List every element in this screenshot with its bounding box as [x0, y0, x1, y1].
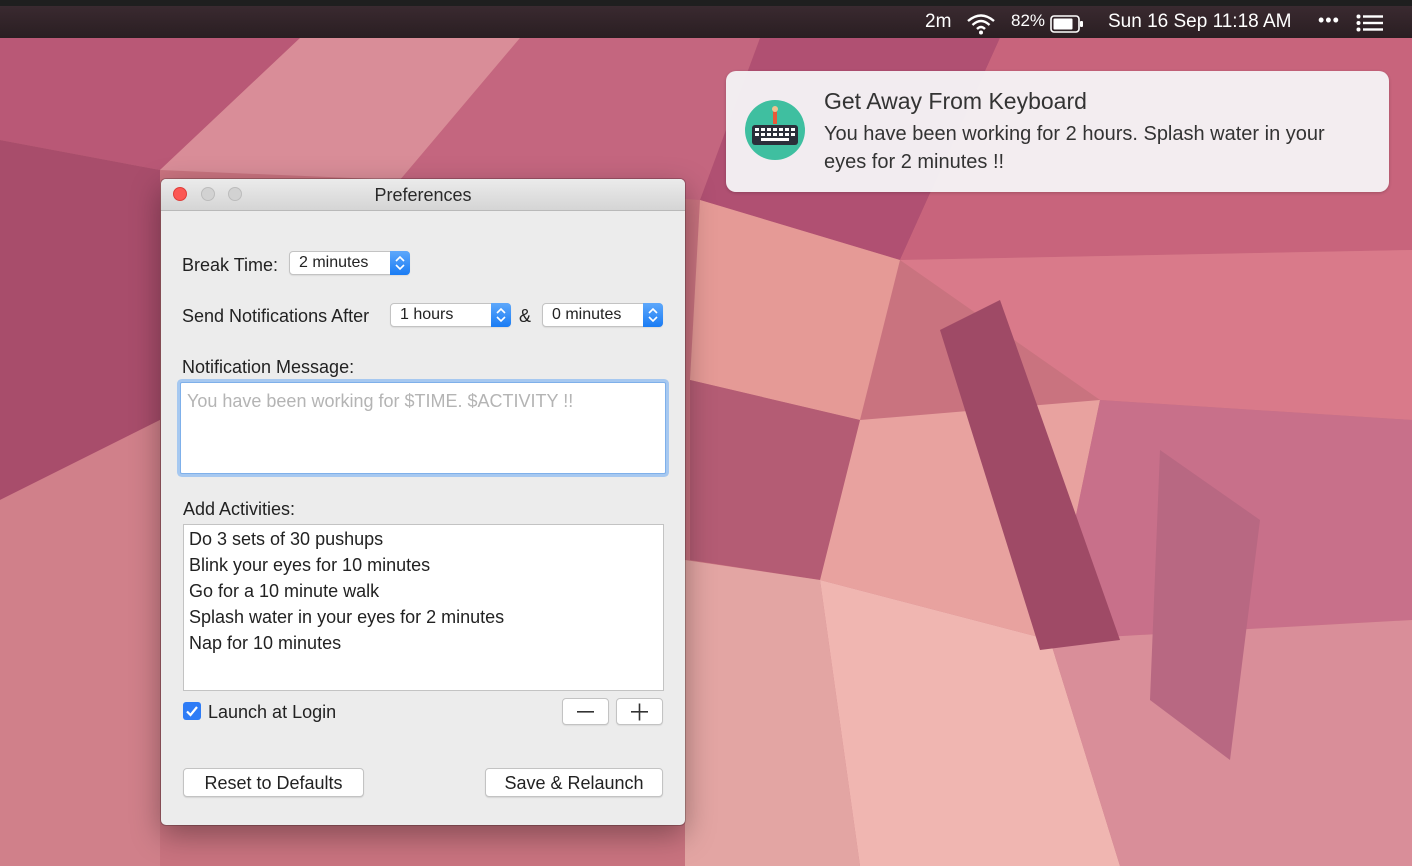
- send-after-label: Send Notifications After: [182, 306, 370, 326]
- notification-message-field[interactable]: You have been working for $TIME. $ACTIVI…: [180, 382, 666, 474]
- message-label: Notification Message:: [182, 357, 355, 377]
- popup-arrows-icon: [643, 303, 663, 327]
- list-item[interactable]: Blink your eyes for 10 minutes: [189, 555, 430, 576]
- notification-banner[interactable]: Get Away From Keyboard You have been wor…: [726, 71, 1389, 192]
- ampersand-label: &: [519, 306, 532, 326]
- break-time-value: 2 minutes: [299, 254, 369, 271]
- reset-to-defaults-button[interactable]: Reset to Defaults: [183, 768, 364, 797]
- battery-icon[interactable]: [1050, 15, 1084, 39]
- minutes-popup[interactable]: 0 minutes: [542, 303, 663, 327]
- window-title: Preferences: [374, 185, 472, 205]
- break-time-label: Break Time:: [182, 255, 279, 275]
- battery-percent: 82%: [1011, 11, 1046, 30]
- launch-at-login-checkbox[interactable]: [183, 702, 201, 720]
- hours-popup[interactable]: 1 hours: [390, 303, 511, 327]
- plus-icon: [631, 703, 648, 721]
- popup-arrows-icon: [491, 303, 511, 327]
- timer-status-item[interactable]: 2m: [925, 11, 951, 33]
- menu-bar: 2m 82% Sun 16 Sep 11:18 AM •••: [0, 0, 1412, 38]
- add-activity-button[interactable]: [616, 698, 663, 725]
- notification-body: You have been working for 2 hours. Splas…: [824, 123, 1325, 173]
- break-time-popup[interactable]: 2 minutes: [289, 251, 410, 275]
- remove-activity-button[interactable]: [562, 698, 609, 725]
- notification-title: Get Away From Keyboard: [824, 88, 1087, 114]
- popup-arrows-icon: [390, 251, 410, 275]
- activities-label: Add Activities:: [183, 499, 296, 519]
- window-titlebar[interactable]: Preferences: [161, 179, 685, 211]
- wifi-icon[interactable]: [966, 13, 996, 41]
- activities-list[interactable]: Do 3 sets of 30 pushups Blink your eyes …: [183, 524, 664, 691]
- preferences-window: Preferences Break Time: 2 minutes Send N…: [161, 179, 685, 825]
- list-item[interactable]: Nap for 10 minutes: [189, 633, 341, 654]
- hours-value: 1 hours: [400, 306, 454, 323]
- minus-icon: [577, 711, 594, 713]
- message-placeholder: You have been working for $TIME. $ACTIVI…: [187, 391, 574, 411]
- more-dots-icon[interactable]: •••: [1318, 10, 1340, 31]
- list-item[interactable]: Go for a 10 minute walk: [189, 581, 379, 602]
- notification-center-icon[interactable]: [1356, 14, 1384, 38]
- menubar-clock[interactable]: Sun 16 Sep 11:18 AM: [1108, 11, 1291, 33]
- checkmark-icon: [186, 706, 198, 717]
- list-item[interactable]: Do 3 sets of 30 pushups: [189, 529, 383, 550]
- minutes-value: 0 minutes: [552, 306, 622, 323]
- launch-at-login-label[interactable]: Launch at Login: [208, 702, 336, 723]
- list-item[interactable]: Splash water in your eyes for 2 minutes: [189, 607, 504, 628]
- keyboard-app-icon: [744, 99, 806, 161]
- save-relaunch-button[interactable]: Save & Relaunch: [485, 768, 663, 797]
